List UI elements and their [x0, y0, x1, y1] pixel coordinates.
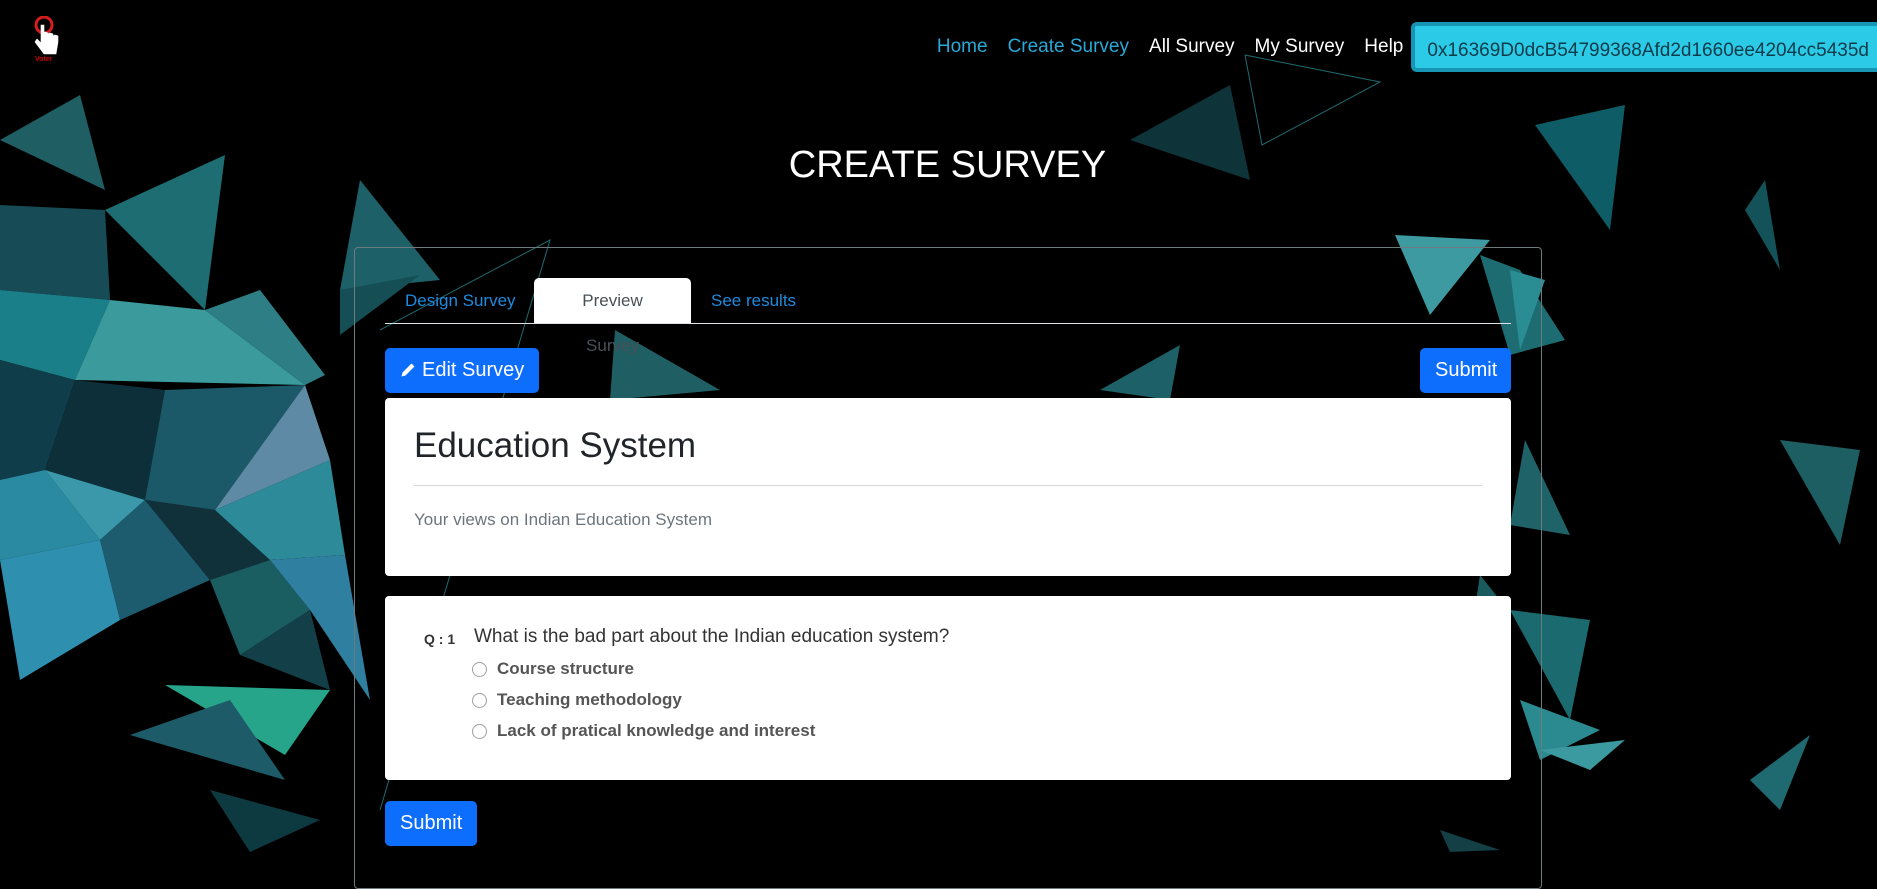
nav-home[interactable]: Home [937, 36, 988, 58]
option-label: Teaching methodology [497, 690, 682, 709]
option-label: Course structure [497, 659, 634, 678]
pencil-icon [401, 363, 415, 377]
edit-survey-label: Edit Survey [422, 359, 525, 381]
nav-help[interactable]: Help [1364, 36, 1403, 58]
divider [414, 485, 1482, 486]
radio-button[interactable] [472, 723, 487, 739]
wallet-address-button[interactable]: 0x16369D0dcB54799368Afd2d1660ee4204cc543… [1411, 22, 1877, 72]
nav-my-survey[interactable]: My Survey [1255, 36, 1345, 58]
question-card: Q : 1 What is the bad part about the Ind… [385, 596, 1511, 780]
tab-preview-survey[interactable]: Preview Survey [534, 278, 691, 355]
tab-see-results[interactable]: See results [691, 278, 816, 323]
radio-button[interactable] [472, 692, 487, 708]
top-navigation: Home Create Survey All Survey My Survey … [937, 22, 1877, 72]
option-label: Lack of pratical knowledge and interest [497, 721, 816, 740]
survey-tabs: Design Survey Preview Survey See results [385, 278, 1511, 355]
logo-text: Voter [35, 56, 53, 63]
submit-button-bottom[interactable]: Submit [385, 801, 477, 846]
page-title: CREATE SURVEY [788, 144, 1107, 186]
submit-button-top[interactable]: Submit [1420, 348, 1511, 393]
tab-design-survey[interactable]: Design Survey [385, 278, 536, 323]
question-text: What is the bad part about the Indian ed… [474, 626, 950, 647]
option-teaching-methodology[interactable]: Teaching methodology [472, 689, 682, 711]
radio-button[interactable] [472, 661, 487, 677]
survey-header-card: Education System Your views on Indian Ed… [385, 398, 1511, 576]
edit-survey-button[interactable]: Edit Survey [385, 348, 540, 393]
nav-create-survey[interactable]: Create Survey [1008, 36, 1129, 58]
option-lack-of-practical-knowledge[interactable]: Lack of pratical knowledge and interest [472, 720, 815, 742]
question-number: Q : 1 [424, 631, 456, 647]
survey-panel: Design Survey Preview Survey See results… [354, 247, 1542, 889]
survey-title: Education System [414, 426, 697, 465]
logo[interactable]: Voter [30, 15, 64, 66]
nav-all-survey[interactable]: All Survey [1149, 36, 1235, 58]
hand-pointer-icon [34, 15, 59, 55]
survey-description: Your views on Indian Education System [414, 510, 712, 529]
option-course-structure[interactable]: Course structure [472, 658, 634, 680]
